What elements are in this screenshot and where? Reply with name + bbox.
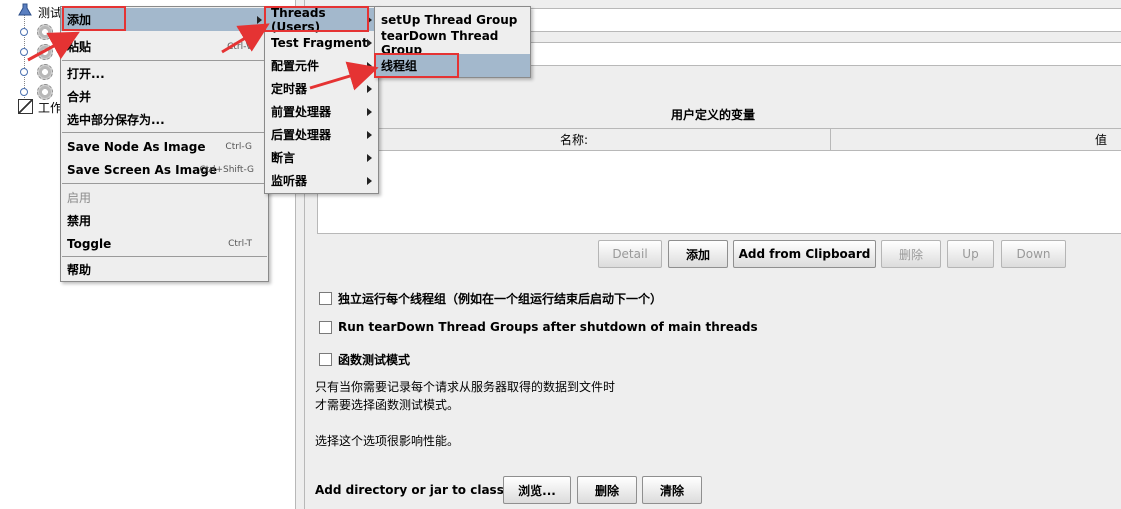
annotation-arrow (221, 23, 270, 54)
annotation-arrow (27, 31, 80, 62)
annotation-arrow (309, 61, 379, 91)
annotation-arrows (27, 23, 379, 91)
